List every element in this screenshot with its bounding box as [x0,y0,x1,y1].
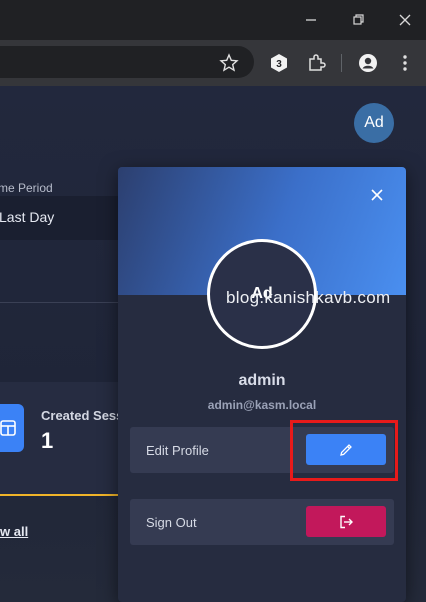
browser-toolbar: 3 [0,40,426,86]
section-divider [0,302,130,303]
svg-text:3: 3 [276,59,282,70]
star-icon[interactable] [219,53,239,73]
extension-3-icon[interactable]: 3 [269,53,289,73]
time-period-value: Last Day [0,209,55,225]
browser-titlebar [0,0,426,40]
user-avatar-button[interactable]: Ad [354,103,394,143]
profile-icon[interactable] [358,53,378,73]
address-bar[interactable] [0,46,254,78]
edit-profile-label: Edit Profile [146,443,209,458]
sign-out-button[interactable] [306,506,386,537]
restore-icon[interactable] [350,12,366,28]
created-sessions-card: Created Sess 1 [0,382,130,496]
created-sessions-label: Created Sess [41,408,124,423]
sessions-icon [0,404,24,452]
profile-popup: Ad admin admin@kasm.local Edit Profile S… [118,167,406,602]
close-icon[interactable] [397,12,413,28]
profile-username: admin [238,372,286,389]
profile-email: admin@kasm.local [207,398,317,412]
view-all-link[interactable]: w all [0,524,28,539]
minimize-icon[interactable] [303,12,319,28]
sign-out-row: Sign Out [130,499,394,545]
sign-out-icon [340,515,353,528]
created-sessions-value: 1 [41,428,54,453]
watermark-text: blog.kanishkavb.com [226,288,391,307]
close-icon[interactable] [369,187,385,203]
more-icon[interactable] [395,53,415,73]
sign-out-label: Sign Out [146,515,197,530]
time-period-label: me Period [0,181,53,195]
puzzle-icon[interactable] [306,53,326,73]
toolbar-separator [341,54,342,72]
highlight-box [290,420,398,481]
